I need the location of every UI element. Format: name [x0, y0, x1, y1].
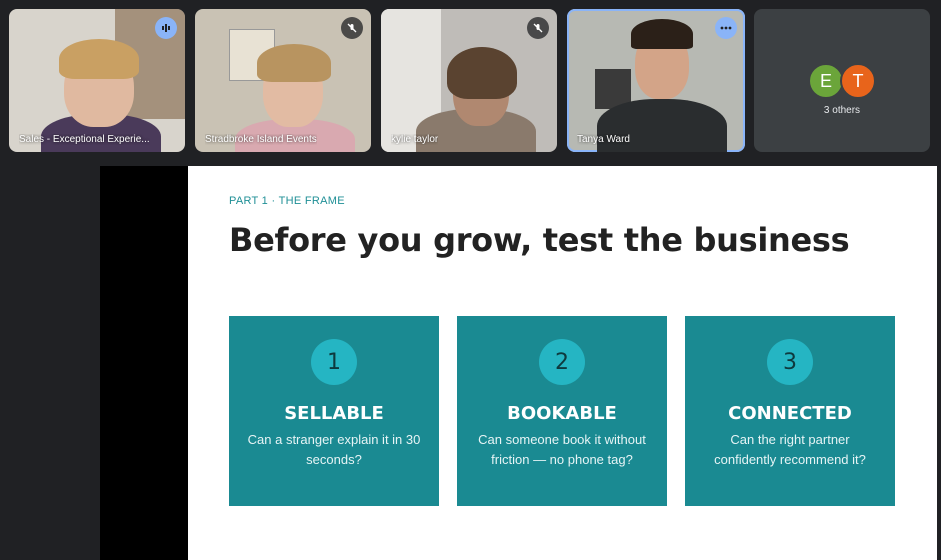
- others-tile[interactable]: E T 3 others: [754, 9, 930, 152]
- card-description: Can someone book it without friction — n…: [478, 432, 646, 467]
- participant-name: kylie taylor: [391, 134, 439, 145]
- card-description: Can a stranger explain it in 30 seconds?: [247, 432, 421, 467]
- participant-tile-kylie[interactable]: kylie taylor: [381, 9, 557, 152]
- participant-name: Tanya Ward: [577, 134, 630, 145]
- others-count-label: 3 others: [823, 105, 861, 116]
- slide-card-sellable: 1 SELLABLE Can a stranger explain it in …: [229, 316, 439, 506]
- slide-headline: Before you grow, test the business: [229, 221, 850, 259]
- more-options-icon[interactable]: [715, 17, 737, 39]
- card-title: BOOKABLE: [507, 403, 617, 424]
- participant-tile-stradbroke[interactable]: Stradbroke Island Events: [195, 9, 371, 152]
- card-title: SELLABLE: [284, 403, 384, 424]
- participant-name: Sales - Exceptional Experie...: [19, 134, 150, 145]
- participant-name: Stradbroke Island Events: [205, 134, 317, 145]
- slide-eyebrow: PART 1 · THE FRAME: [229, 195, 345, 207]
- card-title: CONNECTED: [728, 403, 852, 424]
- presentation-slide: PART 1 · THE FRAME Before you grow, test…: [188, 166, 937, 560]
- avatar: T: [840, 63, 876, 99]
- card-number: 1: [311, 339, 357, 385]
- participant-tile-tanya[interactable]: Tanya Ward: [567, 9, 745, 152]
- speaking-icon: [155, 17, 177, 39]
- slide-card-connected: 3 CONNECTED Can the right partner confid…: [685, 316, 895, 506]
- mic-off-icon: [527, 17, 549, 39]
- avatar: E: [808, 63, 844, 99]
- mic-off-icon: [341, 17, 363, 39]
- slide-card-bookable: 2 BOOKABLE Can someone book it without f…: [457, 316, 667, 506]
- card-description: Can the right partner confidently recomm…: [714, 432, 866, 467]
- card-number: 3: [767, 339, 813, 385]
- card-number: 2: [539, 339, 585, 385]
- presentation-letterbox: [100, 166, 188, 560]
- participant-tile-sales[interactable]: Sales - Exceptional Experie...: [9, 9, 185, 152]
